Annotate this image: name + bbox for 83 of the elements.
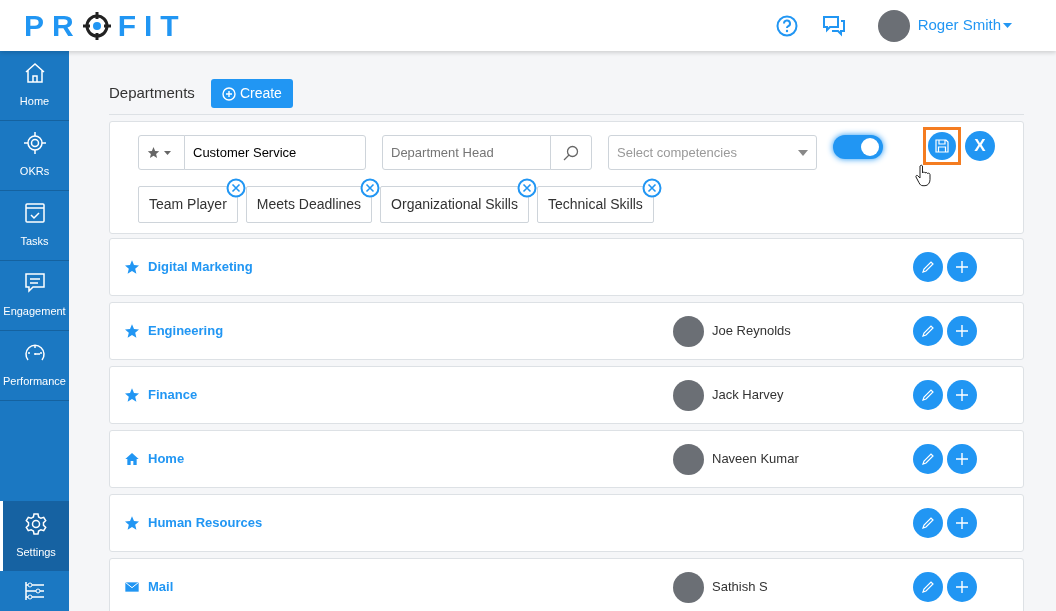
pencil-icon [921, 580, 935, 594]
pencil-icon [921, 324, 935, 338]
chat-icon[interactable] [821, 14, 846, 37]
logo-text: PR [24, 10, 82, 41]
remove-icon[interactable] [641, 178, 662, 198]
search-button[interactable] [550, 135, 592, 170]
caret-icon[interactable] [1003, 23, 1012, 28]
plus-icon [955, 516, 969, 530]
icon-dropdown[interactable] [138, 135, 185, 170]
name-input[interactable]: Customer Service [184, 135, 366, 170]
search-icon [563, 144, 579, 161]
star-icon [124, 259, 140, 275]
edit-button[interactable] [913, 316, 943, 346]
person-avatar [673, 315, 704, 347]
edit-button[interactable] [913, 508, 943, 538]
department-head-name: Sathish S [712, 578, 768, 597]
hand-cursor-icon [915, 164, 933, 188]
create-button[interactable]: Create [210, 79, 293, 108]
sidebar-item[interactable]: Settings [0, 501, 69, 571]
sidebar-item[interactable]: Engagement [0, 261, 69, 331]
caret-icon [164, 150, 171, 155]
target-icon [22, 131, 47, 156]
add-button[interactable] [947, 572, 977, 602]
remove-icon[interactable] [225, 178, 246, 198]
pencil-icon [921, 388, 935, 402]
edit-button[interactable] [913, 444, 943, 474]
sidebar-item[interactable]: OKRs [0, 121, 69, 191]
plus-circle-icon [221, 86, 236, 101]
plus-icon [955, 324, 969, 338]
person-avatar [673, 379, 704, 411]
message-icon [22, 271, 47, 296]
user-menu[interactable]: Roger Smith [917, 14, 1001, 37]
department-name[interactable]: Engineering [148, 321, 224, 341]
plus-icon [955, 260, 969, 274]
department-name[interactable]: Home [148, 449, 185, 469]
help-icon[interactable] [775, 14, 798, 37]
page-title: Departments [109, 83, 195, 104]
add-button[interactable] [947, 380, 977, 410]
star-icon [124, 323, 140, 339]
close-button[interactable]: X [965, 131, 995, 161]
sliders-icon [22, 579, 47, 603]
department-name[interactable]: Digital Marketing [148, 257, 253, 277]
department-name[interactable]: Mail [148, 577, 174, 597]
star-icon [124, 387, 140, 403]
department-head-name: Joe Reynolds [712, 322, 791, 341]
crosshair-logo-icon [81, 10, 112, 41]
star-icon [147, 146, 160, 159]
house-icon [124, 451, 140, 467]
add-button[interactable] [947, 508, 977, 538]
plus-icon [955, 580, 969, 594]
edit-button[interactable] [913, 380, 943, 410]
sidebar-item[interactable]: Home [0, 51, 69, 121]
select-placeholder: Select competencies [617, 143, 737, 162]
pencil-icon [921, 516, 935, 530]
competencies-select[interactable]: Select competencies [608, 135, 817, 170]
add-button[interactable] [947, 252, 977, 282]
sidebar-item[interactable]: Performance [0, 331, 69, 401]
star-icon [124, 515, 140, 531]
caret-icon [798, 149, 808, 156]
toggle-switch[interactable] [833, 135, 883, 159]
logo-text: FIT [117, 10, 187, 41]
department-name[interactable]: Human Resources [148, 513, 263, 533]
pencil-icon [921, 452, 935, 466]
sidebar-item[interactable]: Tasks [0, 191, 69, 261]
user-avatar [877, 9, 910, 42]
remove-icon[interactable] [360, 178, 381, 198]
department-head-name: Naveen Kumar [712, 450, 799, 469]
pencil-icon [921, 260, 935, 274]
department-head-search[interactable]: Department Head [382, 135, 551, 170]
gear-icon [24, 511, 48, 536]
calendar-check-icon [22, 201, 47, 226]
edit-button[interactable] [913, 252, 943, 282]
envelope-icon [124, 579, 140, 595]
department-head-name: Jack Harvey [712, 386, 784, 405]
person-avatar [673, 571, 704, 603]
plus-icon [955, 452, 969, 466]
department-name[interactable]: Finance [148, 385, 198, 405]
person-avatar [673, 443, 704, 475]
remove-icon[interactable] [516, 178, 537, 198]
add-button[interactable] [947, 316, 977, 346]
edit-button[interactable] [913, 572, 943, 602]
add-button[interactable] [947, 444, 977, 474]
plus-icon [955, 388, 969, 402]
